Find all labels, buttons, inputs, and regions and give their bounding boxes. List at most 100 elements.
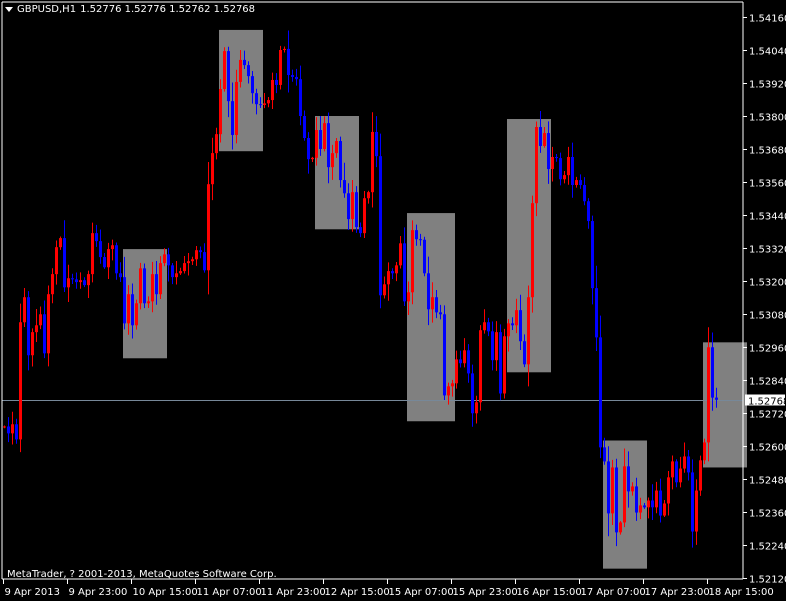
time-tick-label: 9 Apr 2013 <box>5 587 60 598</box>
price-tick-label: 1.52720 <box>749 410 786 421</box>
bear-candle-body <box>7 426 10 434</box>
bull-candle-body <box>79 280 82 283</box>
bear-candle-body <box>627 466 630 492</box>
time-tick-label: 18 Apr 15:00 <box>709 587 774 598</box>
candle <box>487 317 490 337</box>
bear-candle-body <box>203 252 206 271</box>
candle <box>491 321 494 371</box>
candle <box>691 459 694 548</box>
candle <box>267 97 270 108</box>
candle <box>575 176 578 188</box>
bull-candle-body <box>331 153 334 168</box>
bull-candle-body <box>191 259 194 262</box>
bull-candle-body <box>667 477 670 504</box>
candle <box>663 499 666 518</box>
price-tick-label: 1.52960 <box>749 344 786 355</box>
price-tick-label: 1.52360 <box>749 509 786 520</box>
candle <box>399 236 402 269</box>
candle <box>463 338 466 368</box>
candle <box>215 127 218 160</box>
time-axis: 9 Apr 2013 9 Apr 23:00 10 Apr 15:0011 Apr … <box>3 579 774 598</box>
time-tick-label: 16 Apr 15:00 <box>517 587 582 598</box>
bear-candle-body <box>27 297 30 356</box>
bull-candle-body <box>699 460 702 491</box>
bull-candle-body <box>91 233 94 275</box>
candle <box>271 72 274 110</box>
candle <box>303 110 306 141</box>
bull-candle-body <box>515 310 518 326</box>
bear-candle-body <box>299 79 302 116</box>
candle <box>291 69 294 82</box>
bull-candle-body <box>623 466 626 523</box>
candle <box>63 220 66 292</box>
candle <box>531 195 534 313</box>
bear-candle-body <box>247 65 250 77</box>
candle <box>223 47 226 92</box>
bear-candle-body <box>715 397 718 400</box>
candle <box>111 239 114 261</box>
candle <box>167 247 170 282</box>
bear-candle-body <box>155 274 158 295</box>
bull-candle-body <box>611 467 614 514</box>
candle <box>671 455 674 490</box>
bear-candle-body <box>423 239 426 274</box>
bear-candle-body <box>603 447 606 462</box>
bear-candle-body <box>491 331 494 361</box>
bull-candle-body <box>3 426 6 428</box>
candle <box>39 306 42 330</box>
candle <box>3 425 6 429</box>
candle <box>103 253 106 269</box>
bear-candle-body <box>559 158 562 180</box>
price-tick-label: 1.54160 <box>749 14 786 25</box>
price-tick-label: 1.52240 <box>749 542 786 553</box>
current-price-text: 1.52768 <box>748 397 786 408</box>
bear-candle-body <box>259 104 262 106</box>
candle <box>479 325 482 411</box>
bull-candle-body <box>695 490 698 532</box>
candle <box>203 243 206 273</box>
bull-candle-body <box>31 332 34 356</box>
price-chart[interactable]: 1.54160 1.54040 1.53920 1.53800 1.53680 1.535… <box>0 0 786 601</box>
candle <box>15 418 18 444</box>
bear-candle-body <box>555 156 558 159</box>
candle <box>135 299 138 330</box>
bull-candle-body <box>707 347 710 443</box>
candle <box>279 45 282 90</box>
candle <box>559 152 562 186</box>
bear-candle-body <box>607 461 610 514</box>
bear-candle-body <box>487 322 490 332</box>
price-tick-label: 1.52120 <box>749 575 786 586</box>
bear-candle-body <box>339 141 342 181</box>
price-tick-label: 1.53680 <box>749 146 786 157</box>
candle <box>383 276 386 299</box>
chart-header: GBPUSD,H1 1.52776 1.52776 1.52762 1.5276… <box>5 4 255 15</box>
candle <box>75 272 78 289</box>
bull-candle-body <box>407 292 410 302</box>
candle <box>107 242 110 280</box>
bear-candle-body <box>307 138 310 160</box>
time-tick-label: 9 Apr 23:00 <box>69 587 128 598</box>
bull-candle-body <box>475 402 478 414</box>
bull-candle-body <box>39 314 42 326</box>
bull-candle-body <box>527 297 530 365</box>
time-tick-label: 11 Apr 23:00 <box>261 587 326 598</box>
candle <box>43 300 46 359</box>
candle <box>443 305 446 400</box>
bull-candle-body <box>11 424 14 434</box>
candle <box>587 198 590 229</box>
candle <box>423 236 426 277</box>
bear-candle-body <box>95 233 98 242</box>
time-tick-label: 15 Apr 23:00 <box>453 587 518 598</box>
time-tick-label: 15 Apr 07:00 <box>389 587 454 598</box>
price-tick-label: 1.53800 <box>749 113 786 124</box>
bear-candle-body <box>99 241 102 258</box>
candle <box>11 411 14 445</box>
bull-candle-body <box>683 456 686 469</box>
bull-candle-body <box>187 261 190 264</box>
dropdown-triangle-icon[interactable] <box>5 7 13 12</box>
bull-candle-body <box>271 79 274 101</box>
candle <box>31 328 34 367</box>
price-tick-label: 1.53200 <box>749 278 786 289</box>
bull-candle-body <box>351 192 354 220</box>
bear-candle-body <box>471 373 474 414</box>
